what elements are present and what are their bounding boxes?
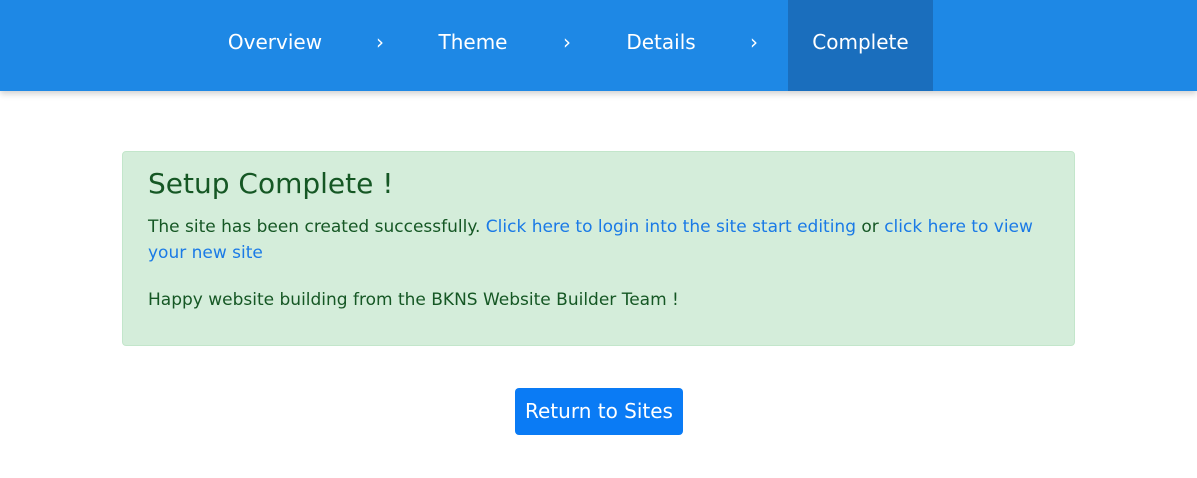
alert-message-prefix: The site has been created successfully. (148, 217, 481, 237)
success-alert: Setup Complete ! The site has been creat… (122, 151, 1075, 346)
step-details[interactable]: Details (603, 0, 719, 91)
step-separator-chevron-icon: › (750, 30, 758, 54)
alert-connector: or (861, 217, 879, 237)
step-theme[interactable]: Theme (415, 0, 531, 91)
step-complete[interactable]: Complete (788, 0, 933, 91)
alert-title: Setup Complete ! (148, 167, 394, 200)
step-overview[interactable]: Overview (205, 0, 345, 91)
alert-footer-message: Happy website building from the BKNS Web… (148, 290, 679, 310)
step-separator-chevron-icon: › (563, 30, 571, 54)
login-edit-link[interactable]: Click here to login into the site start … (486, 217, 856, 237)
wizard-steps-bar: Overview › Theme › Details › Complete (0, 0, 1197, 91)
alert-message: The site has been created successfully. … (148, 214, 1048, 266)
step-separator-chevron-icon: › (376, 30, 384, 54)
return-to-sites-button[interactable]: Return to Sites (515, 388, 683, 435)
